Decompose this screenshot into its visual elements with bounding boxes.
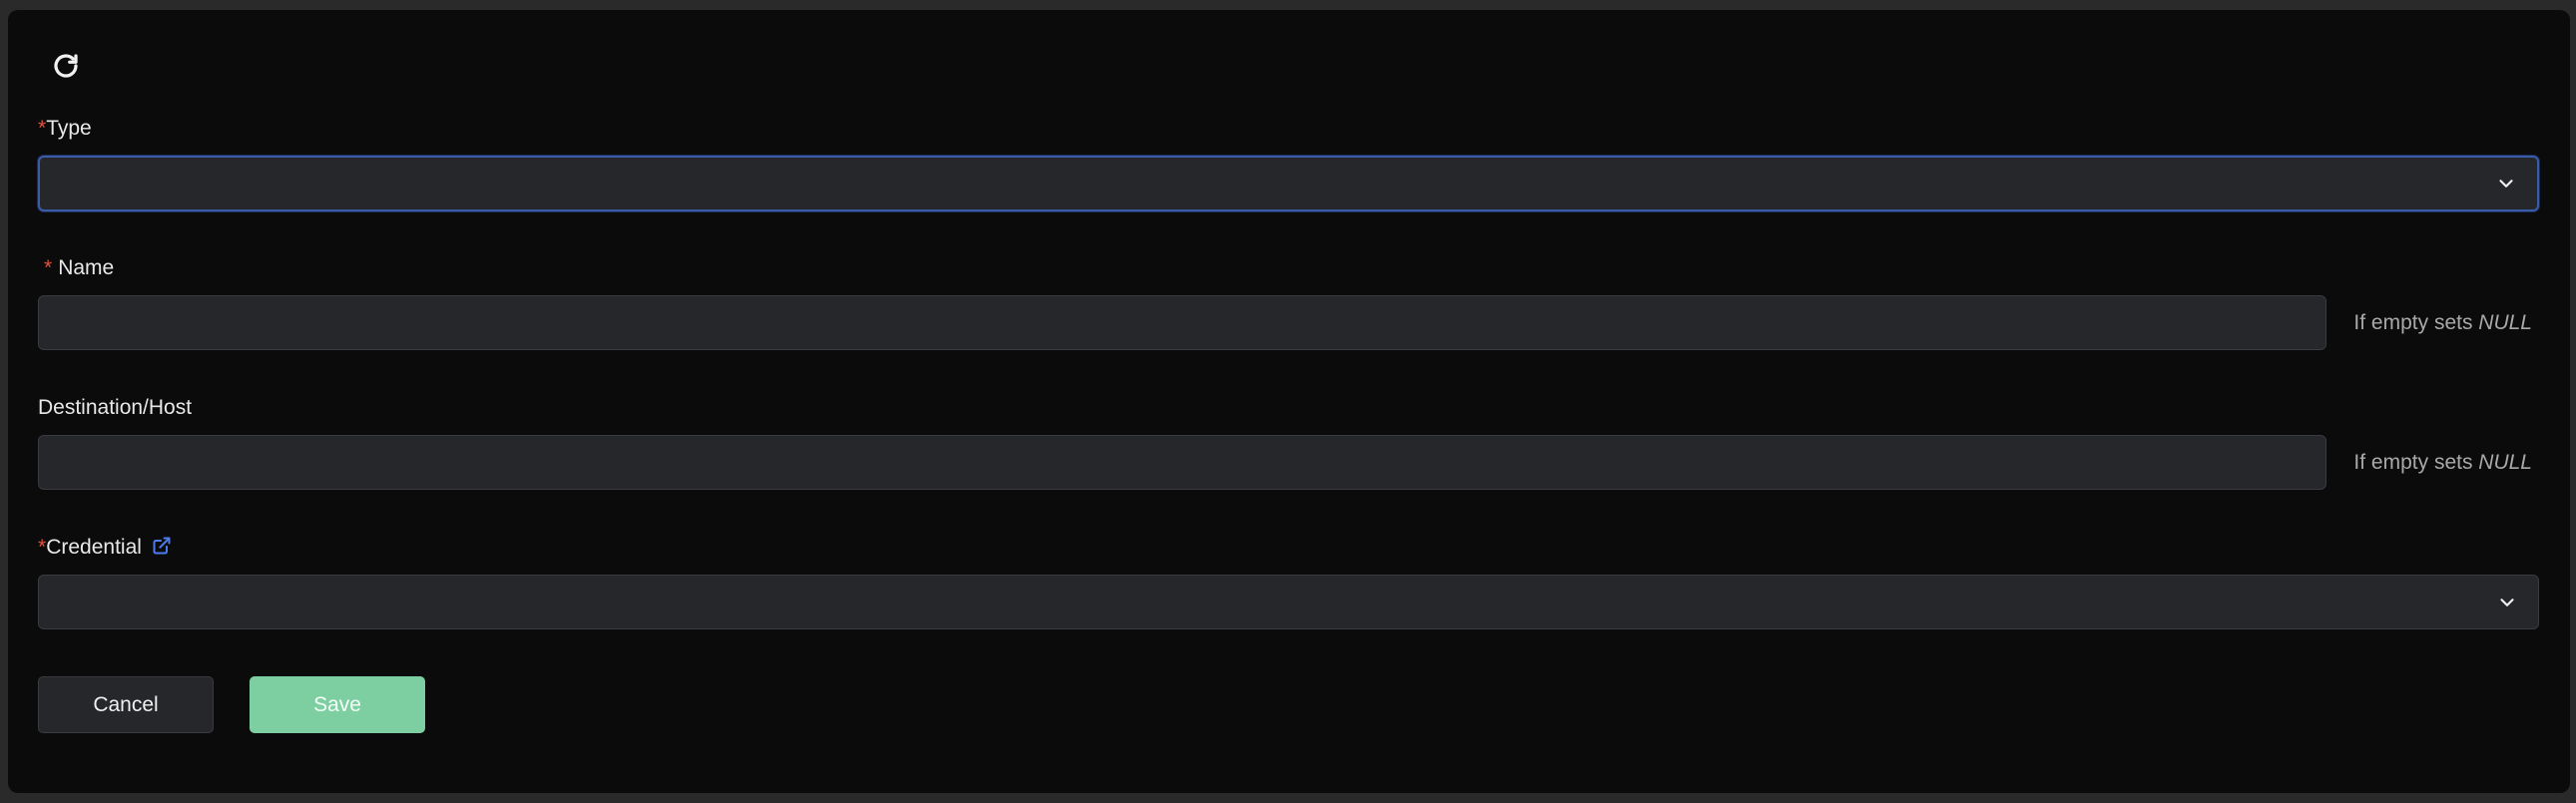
credential-select[interactable]	[38, 575, 2539, 629]
destination-hint-text: If empty sets	[2353, 451, 2479, 474]
name-hint-null: NULL	[2478, 311, 2532, 334]
save-button[interactable]: Save	[250, 676, 425, 733]
type-select[interactable]	[38, 156, 2539, 211]
form-panel: *Type * Name If empty sets NULL Destinati…	[8, 10, 2570, 793]
name-label: * Name	[38, 255, 114, 281]
chevron-down-icon	[2500, 598, 2514, 606]
credential-select-value[interactable]	[39, 576, 2538, 628]
name-label-text: Name	[58, 256, 115, 279]
credential-label: *Credential	[38, 535, 172, 561]
credential-label-text: Credential	[46, 536, 142, 559]
name-hint: If empty sets NULL	[2353, 310, 2532, 336]
destination-field[interactable]	[38, 435, 2326, 490]
required-mark: *	[38, 536, 47, 559]
cancel-button[interactable]: Cancel	[38, 676, 214, 733]
required-mark: *	[44, 256, 53, 279]
refresh-icon	[54, 54, 78, 78]
external-link-icon[interactable]	[152, 536, 172, 556]
type-select-value[interactable]	[40, 158, 2537, 209]
destination-hint-null: NULL	[2478, 451, 2532, 474]
required-mark: *	[38, 117, 47, 140]
chevron-down-icon	[2499, 180, 2513, 188]
type-label-text: Type	[46, 117, 92, 140]
name-input[interactable]	[39, 296, 2325, 349]
destination-input[interactable]	[39, 436, 2325, 489]
name-field[interactable]	[38, 295, 2326, 350]
destination-label: Destination/Host	[38, 395, 192, 421]
refresh-button[interactable]	[40, 40, 92, 92]
type-label: *Type	[38, 116, 92, 142]
destination-hint: If empty sets NULL	[2353, 450, 2532, 476]
name-hint-text: If empty sets	[2353, 311, 2479, 334]
destination-label-text: Destination/Host	[38, 396, 193, 419]
